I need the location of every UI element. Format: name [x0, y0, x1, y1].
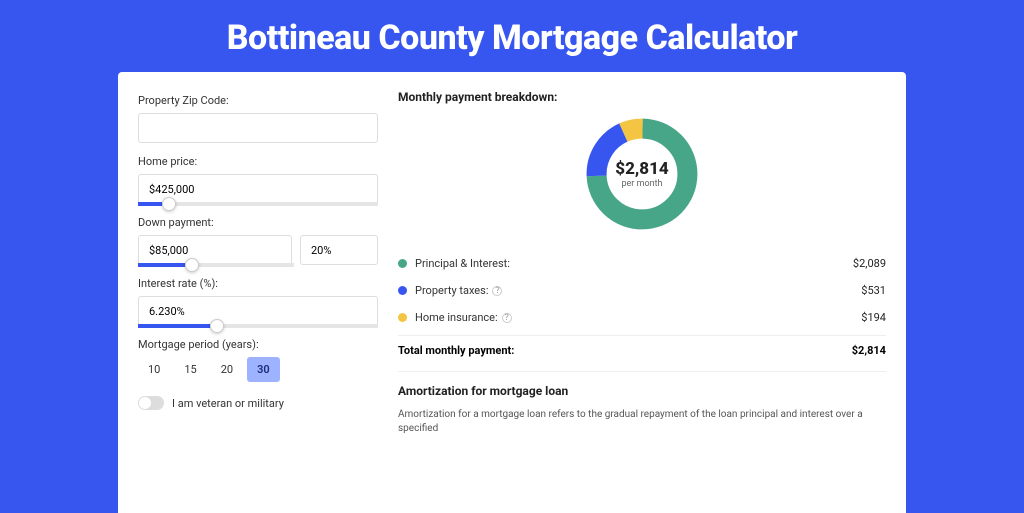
form-column: Property Zip Code: Home price: Down paym… — [138, 90, 378, 495]
down-payment-slider[interactable] — [138, 263, 294, 267]
slider-thumb-icon[interactable] — [185, 258, 199, 272]
total-label: Total monthly payment: — [398, 344, 514, 357]
dot-icon — [398, 313, 407, 322]
payment-donut-chart: $2,814 per month — [582, 114, 702, 234]
donut-sub: per month — [621, 179, 662, 189]
period-btn-10[interactable]: 10 — [138, 357, 170, 382]
amortization-text: Amortization for a mortgage loan refers … — [398, 408, 886, 436]
line-label: Principal & Interest: — [415, 257, 510, 270]
veteran-toggle[interactable] — [138, 396, 164, 410]
line-value: $2,089 — [853, 257, 886, 270]
down-payment-pct-input[interactable] — [300, 235, 378, 265]
breakdown-line-taxes: Property taxes: ? $531 — [398, 277, 886, 304]
period-btn-20[interactable]: 20 — [211, 357, 243, 382]
period-options: 10 15 20 30 — [138, 357, 378, 382]
slider-thumb-icon[interactable] — [162, 197, 176, 211]
total-row: Total monthly payment: $2,814 — [398, 335, 886, 357]
donut-amount: $2,814 — [615, 159, 668, 179]
amortization-heading: Amortization for mortgage loan — [398, 384, 886, 398]
line-label: Home insurance: — [415, 311, 498, 324]
breakdown-heading: Monthly payment breakdown: — [398, 90, 886, 104]
dot-icon — [398, 286, 407, 295]
line-value: $194 — [861, 311, 886, 324]
interest-rate-input[interactable] — [138, 296, 378, 326]
home-price-slider[interactable] — [138, 202, 378, 206]
interest-rate-label: Interest rate (%): — [138, 277, 378, 290]
page-title: Bottineau County Mortgage Calculator — [0, 0, 1024, 72]
dot-icon — [398, 259, 407, 268]
zip-input[interactable] — [138, 113, 378, 143]
total-value: $2,814 — [852, 344, 886, 357]
home-price-label: Home price: — [138, 155, 378, 168]
down-payment-input[interactable] — [138, 235, 292, 265]
breakdown-line-insurance: Home insurance: ? $194 — [398, 304, 886, 331]
down-payment-label: Down payment: — [138, 216, 378, 229]
breakdown-line-principal: Principal & Interest: $2,089 — [398, 250, 886, 277]
period-btn-30[interactable]: 30 — [247, 357, 280, 382]
interest-rate-slider[interactable] — [138, 324, 378, 328]
line-value: $531 — [861, 284, 886, 297]
info-icon[interactable]: ? — [502, 313, 512, 323]
period-label: Mortgage period (years): — [138, 338, 378, 351]
period-btn-15[interactable]: 15 — [174, 357, 206, 382]
amortization-block: Amortization for mortgage loan Amortizat… — [398, 371, 886, 436]
result-column: Monthly payment breakdown: $2,814 per mo… — [398, 90, 886, 495]
calculator-panel: Property Zip Code: Home price: Down paym… — [118, 72, 906, 513]
slider-thumb-icon[interactable] — [210, 319, 224, 333]
line-label: Property taxes: — [415, 284, 488, 297]
zip-label: Property Zip Code: — [138, 94, 378, 107]
veteran-label: I am veteran or military — [172, 397, 284, 410]
info-icon[interactable]: ? — [492, 286, 502, 296]
